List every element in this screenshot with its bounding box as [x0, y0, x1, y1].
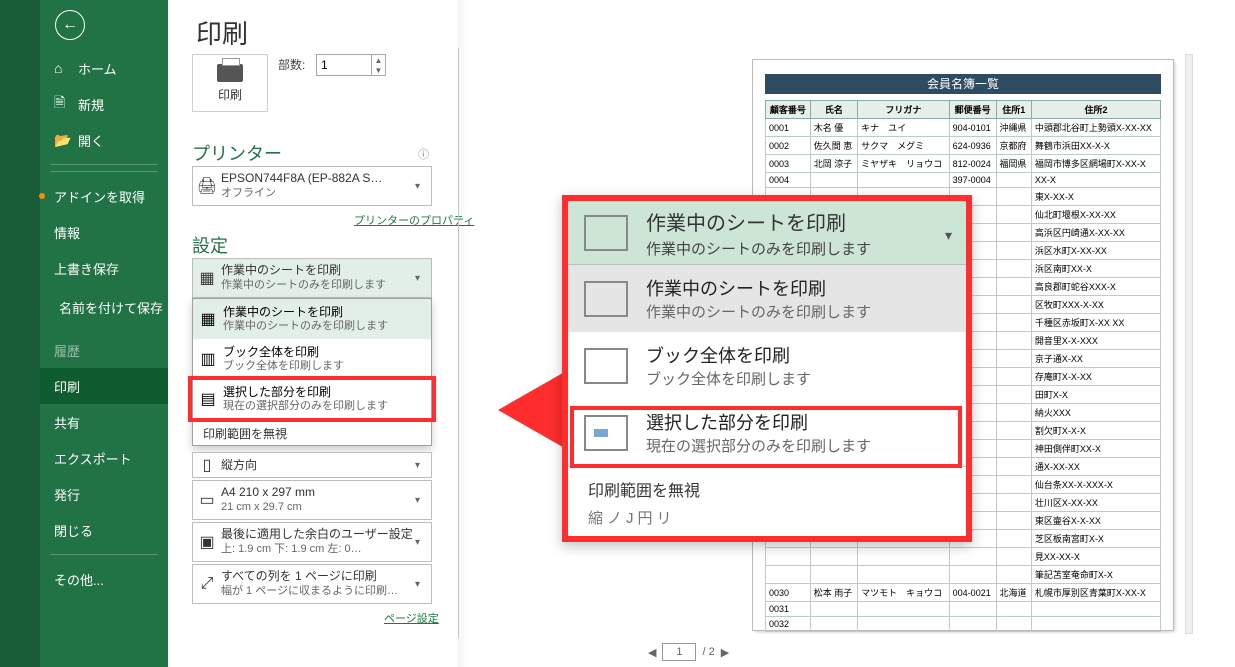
main-area: 印刷 印刷 部数: ▲▼ プリンター ⓘ 🖨 EPSON744F8A (EP-8… [168, 0, 1235, 667]
chevron-down-icon: ▾ [415, 273, 431, 284]
dd-option-active-sheet[interactable]: ▦ 作業中のシートを印刷作業中のシートのみを印刷します [193, 299, 431, 339]
sidebar-label: 新規 [78, 95, 104, 114]
callout-ignore-print-area[interactable]: 印刷範囲を無視 [568, 466, 966, 507]
sidebar-label: その他... [54, 570, 104, 589]
sidebar-accent [0, 0, 40, 667]
sidebar-label: 上書き保存 [54, 259, 119, 278]
page-total: / 2 [702, 646, 714, 658]
sheet-icon: ▦ [193, 309, 223, 329]
copies-input[interactable] [316, 54, 372, 76]
sidebar-label: 発行 [54, 485, 80, 504]
page-title: 印刷 [196, 14, 248, 51]
print-what-dropdown: ▦ 作業中のシートを印刷作業中のシートのみを印刷します ▥ ブック全体を印刷ブッ… [192, 298, 432, 446]
chevron-down-icon: ▾ [415, 537, 431, 548]
sheet-icon [584, 281, 628, 317]
sidebar-icon: 📂 [54, 132, 72, 149]
prev-page[interactable]: ◀ [648, 646, 656, 659]
sidebar-icon: ⌂ [54, 60, 72, 76]
selection-icon [584, 415, 628, 451]
print-button[interactable]: 印刷 [192, 54, 268, 112]
sidebar-item-13[interactable]: その他... [40, 561, 168, 597]
callout-option-active-sheet[interactable]: 作業中のシートを印刷作業中のシートのみを印刷します [568, 265, 966, 332]
chevron-down-icon: ▾ [415, 181, 431, 192]
orientation-select[interactable]: ▯ 縦方向 ▾ [192, 452, 432, 478]
workbook-icon: ▥ [193, 349, 223, 369]
sidebar-label: ホーム [78, 59, 117, 78]
print-what-sub: 作業中のシートのみを印刷します [221, 278, 415, 293]
callout-option-selection[interactable]: 選択した部分を印刷現在の選択部分のみを印刷します [568, 399, 966, 466]
preview-title: 会員名簿一覧 [765, 74, 1161, 94]
sidebar-label: 共有 [54, 413, 80, 432]
page-navigator: ◀ 1 / 2 ▶ [648, 643, 729, 661]
sidebar-item-10[interactable]: エクスポート [40, 440, 168, 476]
sidebar-label: 印刷 [54, 377, 80, 396]
print-button-label: 印刷 [218, 86, 242, 103]
chevron-down-icon: ▾ [945, 227, 952, 244]
sidebar-item-8[interactable]: 印刷 [40, 368, 168, 404]
sidebar-label: アドインを取得 [54, 187, 145, 206]
chevron-down-icon: ▾ [415, 495, 431, 506]
sidebar-icon: 🗎 [54, 92, 72, 116]
printer-icon [217, 64, 243, 82]
print-what-select[interactable]: ▦ 作業中のシートを印刷 作業中のシートのみを印刷します ▾ [192, 258, 432, 298]
scaling-select[interactable]: ⤢ すべての列を 1 ページに印刷幅が 1 ページに収まるように印刷… ▾ [192, 564, 432, 604]
chevron-down-icon: ▾ [415, 460, 431, 471]
workbook-icon [584, 348, 628, 384]
margins-icon: ▣ [193, 523, 221, 561]
sheet-icon [584, 215, 628, 251]
printer-device-icon: 🖨 [193, 167, 221, 205]
chevron-down-icon: ▾ [415, 579, 431, 590]
callout-truncated-row: 縮ノJ円リ [568, 507, 966, 536]
sidebar-label: 情報 [54, 223, 80, 242]
margins-select[interactable]: ▣ 最後に適用した余白のユーザー設定上: 1.9 cm 下: 1.9 cm 左:… [192, 522, 432, 562]
sheet-icon: ▦ [193, 259, 221, 297]
selection-icon: ▤ [193, 389, 223, 409]
sidebar-item-9[interactable]: 共有 [40, 404, 168, 440]
backstage-sidebar: ← ⌂ ホーム 🗎 新規 📂 開くアドインを取得情報上書き保存名前を付けて保存履歴印刷共有… [0, 0, 168, 667]
copies-spinner[interactable]: ▲▼ [372, 54, 386, 76]
printer-status: オフライン [221, 186, 415, 201]
sidebar-item-3[interactable]: アドインを取得 [40, 178, 168, 214]
sidebar-item-5[interactable]: 上書き保存 [40, 250, 168, 286]
dd-ignore-print-area[interactable]: 印刷範囲を無視 [193, 419, 431, 445]
sidebar-label: 名前を付けて保存 [59, 302, 163, 316]
dd-option-entire-workbook[interactable]: ▥ ブック全体を印刷ブック全体を印刷します [193, 339, 431, 379]
printer-section-label: プリンター [192, 140, 282, 166]
sidebar-label: 閉じる [54, 521, 93, 540]
settings-section-label: 設定 [192, 232, 228, 258]
callout-option-entire-workbook[interactable]: ブック全体を印刷ブック全体を印刷します [568, 332, 966, 399]
sidebar-label: 開く [78, 131, 104, 150]
sidebar-item-4[interactable]: 情報 [40, 214, 168, 250]
sidebar-item-1[interactable]: 🗎 新規 [40, 86, 168, 122]
page-setup-link[interactable]: ページ設定 [384, 610, 439, 626]
sidebar-label: エクスポート [54, 449, 132, 468]
sidebar-item-2[interactable]: 📂 開く [40, 122, 168, 158]
copies-label: 部数: [278, 56, 305, 73]
sidebar-label: 履歴 [54, 341, 80, 360]
scaling-icon: ⤢ [193, 565, 221, 603]
page-number-input[interactable]: 1 [662, 643, 696, 661]
next-page[interactable]: ▶ [721, 646, 729, 659]
sidebar-item-6[interactable]: 名前を付けて保存 [40, 286, 168, 332]
printer-name: EPSON744F8A (EP-882A S… [221, 171, 415, 186]
sidebar-item-0[interactable]: ⌂ ホーム [40, 50, 168, 86]
preview-scrollbar[interactable] [1185, 54, 1193, 634]
sidebar-item-11[interactable]: 発行 [40, 476, 168, 512]
paper-icon: ▭ [193, 481, 221, 519]
paper-size-select[interactable]: ▭ A4 210 x 297 mm21 cm x 29.7 cm ▾ [192, 480, 432, 520]
orientation-icon: ▯ [193, 453, 221, 477]
back-button[interactable]: ← [55, 10, 85, 40]
sidebar-item-7: 履歴 [40, 332, 168, 368]
printer-properties-link[interactable]: プリンターのプロパティ [354, 212, 474, 228]
callout-dropdown-zoom: ▾ 作業中のシートを印刷作業中のシートのみを印刷します 作業中のシートを印刷作業… [562, 195, 972, 542]
callout-tail [498, 370, 568, 450]
sidebar-item-12[interactable]: 閉じる [40, 512, 168, 548]
dd-option-selection[interactable]: ▤ 選択した部分を印刷現在の選択部分のみを印刷します [193, 379, 431, 419]
print-what-title: 作業中のシートを印刷 [221, 263, 415, 278]
printer-select[interactable]: 🖨 EPSON744F8A (EP-882A S… オフライン ▾ [192, 166, 432, 206]
info-icon[interactable]: ⓘ [418, 146, 429, 162]
